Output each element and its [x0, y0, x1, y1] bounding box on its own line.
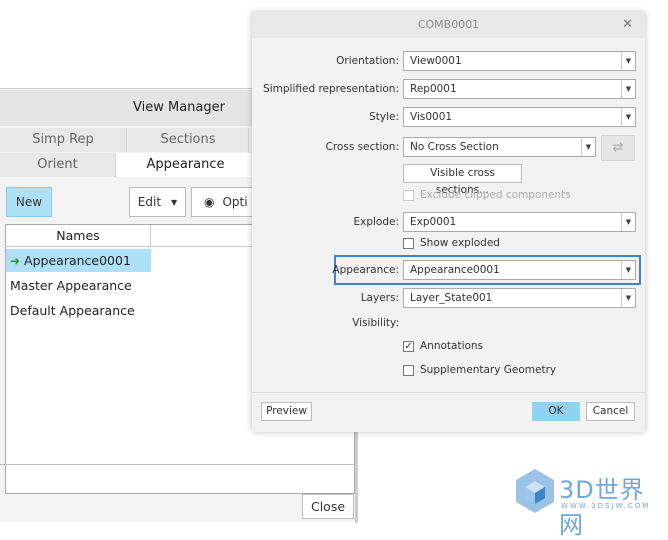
- explode-value: Exp0001: [410, 216, 457, 228]
- chevron-down-icon: ▼: [621, 80, 635, 98]
- chevron-down-icon: ▼: [621, 52, 635, 70]
- appearance-value: Appearance0001: [410, 264, 500, 276]
- active-arrow-icon: ➜: [10, 254, 21, 268]
- visible-cross-sections-button[interactable]: Visible cross sections...: [403, 164, 522, 196]
- chevron-down-icon: ▼: [171, 197, 178, 207]
- preview-button[interactable]: Preview: [261, 402, 312, 421]
- style-value: Vis0001: [410, 111, 453, 123]
- tab-simp-rep[interactable]: Simp Rep: [0, 128, 127, 152]
- cross-section-label: Cross section:: [325, 141, 399, 153]
- tab-sections[interactable]: Sections: [128, 128, 249, 152]
- cross-section-select[interactable]: No Cross Section ▼: [403, 137, 596, 157]
- checkbox-box: [403, 364, 414, 376]
- divider: [0, 464, 358, 465]
- options-label: Opti: [222, 195, 248, 209]
- options-button[interactable]: ◉ Opti: [191, 187, 261, 217]
- simp-rep-label: Simplified representation:: [263, 83, 399, 95]
- checkbox-box: [403, 189, 414, 201]
- list-item[interactable]: Default Appearance: [6, 299, 135, 322]
- new-label: New: [15, 195, 43, 209]
- checkbox-label: Exclude clipped components: [420, 189, 571, 201]
- layers-label: Layers:: [360, 292, 399, 304]
- close-button[interactable]: Close: [302, 494, 354, 519]
- watermark-logo: 3D世界网 WWW.3DSJW.COM: [515, 468, 665, 539]
- explode-label: Explode:: [353, 216, 399, 228]
- visibility-label: Visibility:: [352, 317, 399, 329]
- dialog-title: COMB0001: [252, 12, 645, 38]
- tab-appearance[interactable]: Appearance: [116, 153, 256, 177]
- appearance-label: Appearance:: [332, 264, 399, 276]
- checkbox-box: [403, 237, 414, 249]
- show-exploded-checkbox[interactable]: Show exploded: [403, 237, 500, 249]
- chevron-down-icon: ▼: [581, 138, 595, 156]
- checkmark-icon: ✓: [403, 340, 414, 352]
- checkbox-label: Supplementary Geometry: [420, 364, 557, 376]
- layers-value: Layer_State001: [410, 292, 493, 304]
- exclude-clipped-checkbox: Exclude clipped components: [403, 189, 571, 201]
- flip-section-icon[interactable]: ⇄: [601, 135, 635, 161]
- cancel-button[interactable]: Cancel: [586, 402, 635, 421]
- checkbox-label: Show exploded: [420, 237, 500, 249]
- orientation-select[interactable]: View0001 ▼: [403, 51, 636, 71]
- chevron-down-icon: ▼: [621, 213, 635, 231]
- new-button[interactable]: New: [6, 187, 52, 217]
- edit-dropdown-button[interactable]: Edit ▼: [129, 187, 186, 217]
- explode-select[interactable]: Exp0001 ▼: [403, 212, 636, 232]
- divider: [252, 392, 645, 393]
- checkbox-label: Annotations: [420, 340, 484, 352]
- names-column-header[interactable]: Names: [6, 225, 151, 247]
- list-item[interactable]: Master Appearance: [6, 274, 132, 297]
- chevron-down-icon: ▼: [621, 289, 635, 307]
- orientation-value: View0001: [410, 55, 462, 67]
- close-icon[interactable]: ✕: [622, 12, 633, 38]
- edit-label: Edit: [137, 195, 162, 209]
- chevron-down-icon: ▼: [621, 261, 635, 279]
- layers-select[interactable]: Layer_State001 ▼: [403, 288, 636, 308]
- cube-logo-icon: [516, 469, 554, 513]
- item-label: Appearance0001: [24, 253, 131, 268]
- orientation-label: Orientation:: [336, 55, 399, 67]
- watermark-url: WWW.3DSJW.COM: [561, 502, 651, 510]
- close-label: Close: [310, 499, 346, 514]
- supplementary-geometry-checkbox[interactable]: Supplementary Geometry: [403, 364, 556, 376]
- simp-rep-select[interactable]: Rep0001 ▼: [403, 79, 636, 99]
- title-text: View Manager: [133, 100, 225, 115]
- list-item[interactable]: ➜ Appearance0001: [6, 249, 151, 272]
- style-select[interactable]: Vis0001 ▼: [403, 107, 636, 127]
- appearance-select[interactable]: Appearance0001 ▼: [403, 260, 636, 280]
- eye-icon: ◉: [204, 195, 215, 209]
- tab-orient[interactable]: Orient: [0, 153, 116, 177]
- style-label: Style:: [369, 111, 399, 123]
- ok-button[interactable]: OK: [532, 402, 580, 421]
- annotations-checkbox[interactable]: ✓ Annotations: [403, 340, 483, 352]
- chevron-down-icon: ▼: [621, 108, 635, 126]
- cross-section-value: No Cross Section: [410, 141, 499, 153]
- comb-dialog: COMB0001 ✕ Orientation: View0001 ▼ Simpli…: [252, 12, 645, 432]
- simp-rep-value: Rep0001: [410, 83, 457, 95]
